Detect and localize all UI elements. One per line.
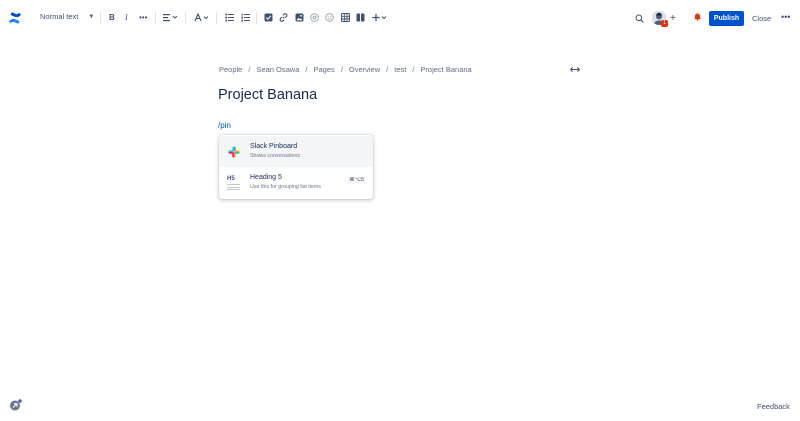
toolbar-divider: [256, 12, 257, 24]
chevron-down-icon: ▼: [88, 13, 95, 20]
text-color-icon: [194, 13, 209, 22]
text-style-label: Normal text: [40, 12, 79, 21]
collaborator-badge: 1: [661, 20, 668, 27]
text-style-dropdown[interactable]: Normal text ▼: [40, 12, 94, 21]
emoji-icon: [325, 13, 334, 22]
more-options-icon[interactable]: •••: [781, 12, 790, 22]
table-icon: [341, 13, 350, 22]
alignment-button[interactable]: [163, 13, 178, 22]
notification-icon[interactable]: [693, 12, 702, 21]
heading-5-icon: H5: [227, 176, 235, 182]
menu-item-title: Heading 5: [250, 174, 282, 181]
breadcrumb-separator: /: [340, 65, 343, 74]
checkbox-icon: [264, 13, 273, 22]
bullet-list-button[interactable]: [225, 13, 234, 22]
table-button[interactable]: [341, 13, 350, 22]
close-button[interactable]: Close: [752, 14, 771, 23]
breadcrumb-item-people[interactable]: People: [219, 65, 242, 74]
emoji-button[interactable]: [325, 13, 334, 22]
bullet-list-icon: [225, 13, 234, 22]
feedback-button[interactable]: Feedback: [757, 402, 790, 411]
heading-5-lines-icon: [227, 184, 240, 192]
invite-icon[interactable]: +: [670, 13, 676, 24]
editor-toolbar: Normal text ▼ B I ••• 1 + Publish Close …: [0, 0, 800, 37]
mention-icon: [310, 13, 319, 22]
breadcrumb-item-overview[interactable]: Overview: [349, 65, 380, 74]
publish-button[interactable]: Publish: [709, 11, 744, 26]
menu-item-title: Slack Pinboard: [250, 143, 298, 150]
page-title[interactable]: Project Banana: [218, 87, 317, 103]
menu-item-heading-5[interactable]: Heading 5 Use this for grouping list ite…: [219, 167, 373, 198]
confluence-logo-icon[interactable]: [8, 11, 22, 25]
expand-width-icon[interactable]: [570, 66, 580, 73]
link-icon: [279, 13, 288, 22]
toolbar-divider: [216, 12, 217, 24]
text-color-button[interactable]: [194, 13, 210, 23]
toolbar-divider: [185, 12, 186, 24]
layout-columns-icon: [356, 13, 365, 22]
breadcrumb: People / Sean Osawa / Pages / Overview /…: [219, 65, 472, 74]
slash-command-text[interactable]: /pin: [218, 121, 231, 130]
align-left-icon: [163, 14, 178, 22]
link-button[interactable]: [279, 13, 288, 22]
breadcrumb-separator: /: [386, 65, 389, 74]
breadcrumb-item-pages[interactable]: Pages: [314, 65, 335, 74]
menu-item-slack-pinboard[interactable]: Slack Pinboard Shows conversations: [219, 136, 373, 167]
breadcrumb-item-test[interactable]: test: [394, 65, 406, 74]
keyboard-shortcut: ⌘⌥5: [348, 177, 365, 183]
bold-button[interactable]: B: [109, 13, 115, 23]
toolbar-divider: [155, 12, 156, 24]
help-icon[interactable]: [9, 399, 22, 411]
toolbar-divider: [100, 12, 101, 24]
image-button[interactable]: [295, 13, 304, 22]
insert-more-button[interactable]: [372, 13, 387, 22]
action-item-button[interactable]: [264, 13, 273, 22]
plus-chevron-icon: [372, 13, 387, 22]
breadcrumb-separator: /: [305, 65, 308, 74]
italic-button[interactable]: I: [125, 13, 128, 23]
menu-item-description: Shows conversations: [250, 153, 301, 159]
search-icon[interactable]: [635, 14, 644, 23]
slack-icon: [228, 146, 240, 158]
numbered-list-icon: [241, 13, 250, 22]
breadcrumb-item-sean-osawa[interactable]: Sean Osawa: [256, 65, 299, 74]
slash-command-menu: Slack Pinboard Shows conversations Headi…: [219, 135, 373, 199]
image-icon: [295, 13, 304, 22]
breadcrumb-item-project-banana[interactable]: Project Banana: [420, 65, 471, 74]
layouts-button[interactable]: [356, 13, 365, 22]
more-formatting-button[interactable]: •••: [139, 13, 147, 23]
menu-item-description: Use this for grouping list items: [250, 184, 321, 190]
breadcrumb-separator: /: [412, 65, 415, 74]
mention-button[interactable]: [310, 13, 319, 22]
numbered-list-button[interactable]: [241, 13, 250, 22]
breadcrumb-separator: /: [248, 65, 251, 74]
